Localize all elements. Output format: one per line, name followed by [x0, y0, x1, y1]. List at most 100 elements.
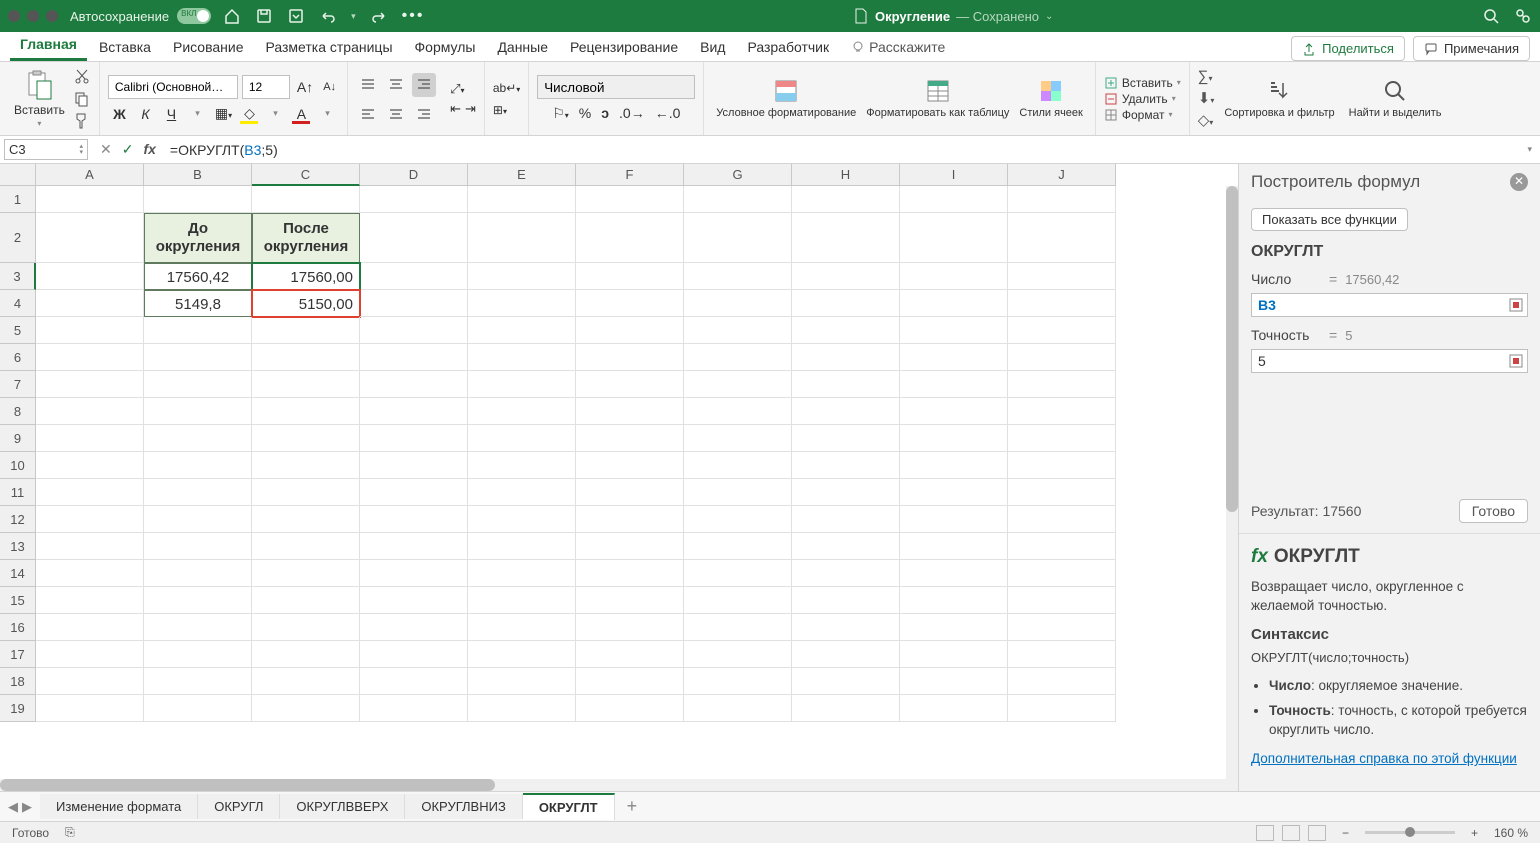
vertical-scrollbar[interactable]	[1226, 186, 1238, 779]
cell-styles-button[interactable]: Стили ячеек	[1015, 77, 1086, 120]
cell-B2[interactable]: До округления	[144, 213, 252, 263]
row-header-9[interactable]: 9	[0, 425, 36, 452]
border-button[interactable]: ▦▾	[214, 105, 232, 122]
col-header-G[interactable]: G	[684, 164, 792, 186]
row-header-7[interactable]: 7	[0, 371, 36, 398]
align-bottom-left[interactable]	[356, 101, 380, 125]
bold-button[interactable]: Ж	[110, 106, 128, 122]
increase-indent[interactable]: ⇥	[465, 101, 476, 117]
enter-formula-icon[interactable]: ✓	[122, 141, 134, 158]
home-icon[interactable]	[223, 7, 241, 25]
row-header-1[interactable]: 1	[0, 186, 36, 213]
currency-button[interactable]: ⚐▾	[552, 105, 569, 122]
row-header-10[interactable]: 10	[0, 452, 36, 479]
row-header-12[interactable]: 12	[0, 506, 36, 533]
sheet-tab-3[interactable]: ОКРУГЛВВЕРХ	[280, 794, 405, 819]
align-bottom-right[interactable]	[412, 101, 436, 125]
share-button[interactable]: Поделиться	[1291, 36, 1405, 61]
window-controls[interactable]	[8, 10, 58, 22]
italic-button[interactable]: К	[136, 106, 154, 122]
format-as-table-button[interactable]: Форматировать как таблицу	[862, 77, 1013, 120]
clear-button[interactable]: ◇▾	[1198, 111, 1215, 129]
doc-dropdown-icon[interactable]: ⌄	[1045, 11, 1053, 22]
zoom-level[interactable]: 160 %	[1494, 826, 1528, 840]
page-break-view-button[interactable]	[1308, 825, 1326, 841]
arg2-input[interactable]: 5	[1251, 349, 1528, 373]
decrease-decimal[interactable]: ←.0	[655, 105, 681, 122]
undo-dropdown-icon[interactable]: ▾	[351, 11, 356, 22]
delete-cells-button[interactable]: Удалить▾	[1104, 92, 1181, 106]
sheet-nav-next-icon[interactable]: ▶	[22, 799, 32, 815]
copy-icon[interactable]	[73, 90, 91, 108]
redo-icon[interactable]	[370, 7, 388, 25]
cell-B3[interactable]: 17560,42	[144, 263, 252, 290]
normal-view-button[interactable]	[1256, 825, 1274, 841]
fill-color-button[interactable]: ◇	[240, 105, 258, 122]
align-top-left[interactable]	[356, 73, 380, 97]
close-panel-icon[interactable]: ✕	[1510, 173, 1528, 191]
autosave-cloud-icon[interactable]	[287, 7, 305, 25]
autosum-button[interactable]: ∑▾	[1198, 68, 1215, 85]
search-icon[interactable]	[1482, 7, 1500, 25]
accessibility-icon[interactable]: ⎘	[65, 825, 75, 840]
tab-developer[interactable]: Разработчик	[737, 33, 839, 61]
comma-button[interactable]: ͻ	[601, 105, 609, 122]
font-color-dropdown-icon[interactable]: ▾	[318, 108, 336, 119]
col-header-A[interactable]: A	[36, 164, 144, 186]
number-format-select[interactable]: Числовой	[537, 75, 695, 99]
insert-cells-button[interactable]: Вставить▾	[1104, 76, 1181, 90]
sheet-tab-2[interactable]: ОКРУГЛ	[198, 794, 280, 819]
percent-button[interactable]: %	[579, 105, 591, 122]
sheet-tab-5[interactable]: ОКРУГЛТ	[523, 793, 615, 820]
row-header-15[interactable]: 15	[0, 587, 36, 614]
select-all-corner[interactable]	[0, 164, 36, 186]
zoom-out-button[interactable]: −	[1342, 826, 1349, 840]
formula-input[interactable]: =ОКРУГЛТ(B3;5)	[164, 140, 1520, 160]
tab-formulas[interactable]: Формулы	[405, 33, 486, 61]
tab-view[interactable]: Вид	[690, 33, 735, 61]
comments-button[interactable]: Примечания	[1413, 36, 1530, 61]
col-header-J[interactable]: J	[1008, 164, 1116, 186]
find-select-button[interactable]: Найти и выделить	[1345, 77, 1446, 120]
expand-formula-bar-icon[interactable]: ▾	[1519, 144, 1540, 155]
align-top-right[interactable]	[412, 73, 436, 97]
fill-dropdown-icon[interactable]: ▾	[266, 108, 284, 119]
done-button[interactable]: Готово	[1459, 499, 1528, 523]
name-box[interactable]: C3 ▴▾	[4, 139, 88, 160]
cell-C4[interactable]: 5150,00	[252, 290, 360, 317]
row-header-18[interactable]: 18	[0, 668, 36, 695]
col-header-F[interactable]: F	[576, 164, 684, 186]
row-header-3[interactable]: 3	[0, 263, 36, 290]
tab-insert[interactable]: Вставка	[89, 33, 161, 61]
underline-dropdown-icon[interactable]: ▾	[188, 108, 206, 119]
align-bottom-center[interactable]	[384, 101, 408, 125]
decrease-font-icon[interactable]: A↓	[320, 81, 339, 93]
col-header-C[interactable]: C	[252, 164, 360, 186]
sheet-tab-1[interactable]: Изменение формата	[40, 794, 198, 819]
row-header-8[interactable]: 8	[0, 398, 36, 425]
worksheet-grid[interactable]: A B C D E F G H I J 1 2 До округления По…	[0, 164, 1238, 791]
row-header-5[interactable]: 5	[0, 317, 36, 344]
wrap-text-button[interactable]: ab↵▾	[493, 81, 520, 95]
cell-C2[interactable]: После округления	[252, 213, 360, 263]
add-sheet-button[interactable]: +	[615, 796, 650, 817]
align-top-center[interactable]	[384, 73, 408, 97]
save-icon[interactable]	[255, 7, 273, 25]
range-picker-icon[interactable]	[1508, 297, 1524, 313]
fill-button[interactable]: ⬇▾	[1198, 89, 1215, 107]
format-painter-icon[interactable]	[73, 112, 91, 130]
horizontal-scrollbar[interactable]	[0, 779, 1238, 791]
tab-review[interactable]: Рецензирование	[560, 33, 688, 61]
row-header-17[interactable]: 17	[0, 641, 36, 668]
cell-B4[interactable]: 5149,8	[144, 290, 252, 317]
orientation-button[interactable]: ⤢▾	[450, 81, 464, 97]
col-header-D[interactable]: D	[360, 164, 468, 186]
cut-icon[interactable]	[73, 68, 91, 86]
increase-font-icon[interactable]: A↑	[294, 79, 316, 95]
tab-data[interactable]: Данные	[487, 33, 558, 61]
row-header-6[interactable]: 6	[0, 344, 36, 371]
fx-icon[interactable]: fx	[143, 141, 155, 158]
more-icon[interactable]: •••	[402, 7, 425, 25]
sheet-nav-prev-icon[interactable]: ◀	[8, 799, 18, 815]
row-header-16[interactable]: 16	[0, 614, 36, 641]
